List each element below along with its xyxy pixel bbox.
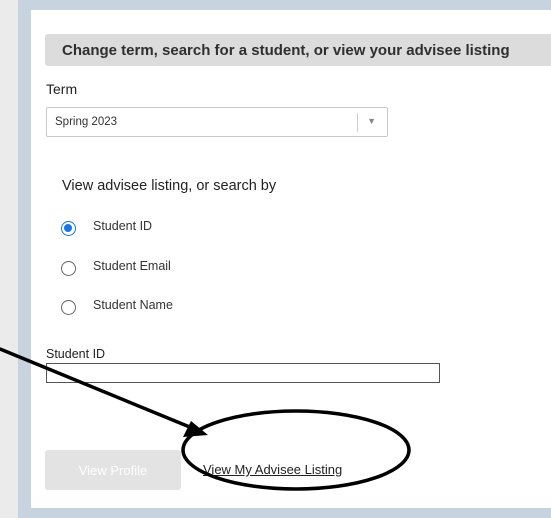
- annotation-arrow-line: [0, 347, 199, 432]
- annotation-overlay: [0, 347, 411, 491]
- annotation-circle: [181, 409, 411, 491]
